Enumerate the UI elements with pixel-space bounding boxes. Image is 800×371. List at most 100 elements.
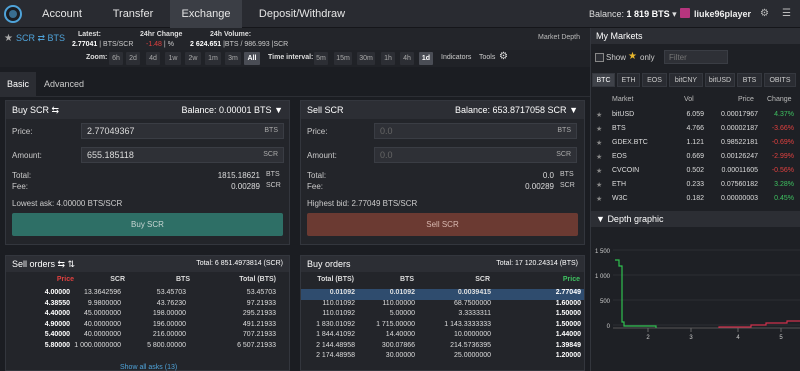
zoom-1m[interactable]: 1m (205, 52, 221, 65)
tab-advanced[interactable]: Advanced (38, 72, 90, 97)
market-tab-bitusd[interactable]: bitUSD (705, 73, 735, 87)
lowest-ask[interactable]: Lowest ask: 4.00000 BTS/SCR (12, 199, 122, 208)
tab-basic[interactable]: Basic (0, 72, 36, 97)
market-filter-input[interactable] (664, 50, 728, 64)
interval-30m[interactable]: 30m (357, 52, 375, 65)
indicators-button[interactable]: Indicators (441, 54, 471, 61)
sell-order-cell: 4.90000 (44, 320, 70, 328)
interval-1h[interactable]: 1h (381, 52, 395, 65)
sell-order-row[interactable]: 5.80000 1 000.0000000 5 800.00000 6 507.219… (6, 342, 289, 353)
nav-account[interactable]: Account (28, 0, 96, 28)
latest-price: Latest: (78, 30, 101, 39)
market-tab-eth[interactable]: ETH (617, 73, 640, 87)
nav-transfer[interactable]: Transfer (96, 0, 170, 28)
market-tab-bts[interactable]: BTS (737, 73, 762, 87)
buy-col-bts[interactable]: BTS (384, 276, 414, 283)
market-tab-bitcny[interactable]: bitCNY (669, 73, 703, 87)
sell-order-row[interactable]: 5.40000 40.0000000 216.00000 707.21933 (6, 331, 289, 342)
show-starred-checkbox[interactable] (595, 53, 604, 62)
markets-col-market[interactable]: Market (612, 96, 633, 103)
buy-balance[interactable]: Balance: 0.00001 BTS (182, 105, 272, 115)
star-icon[interactable]: ★ (596, 167, 602, 175)
markets-col-change[interactable]: Change (767, 96, 792, 103)
nav-deposit-withdraw[interactable]: Deposit/Withdraw (242, 0, 362, 28)
buy-order-row[interactable]: 1 830.01092 1 715.00000 1 143.3333333 1.500… (301, 321, 584, 332)
sell-button[interactable]: Sell SCR (307, 213, 578, 236)
menu-icon[interactable]: ☰ (782, 8, 791, 20)
zoom-all[interactable]: All (244, 52, 260, 65)
market-tab-btc[interactable]: BTC (592, 73, 615, 87)
buy-order-row[interactable]: 2 174.48958 30.00000 25.0000000 1.20000 (301, 352, 584, 363)
sell-order-row[interactable]: 4.90000 40.0000000 196.00000 491.21933 (6, 321, 289, 332)
market-row[interactable]: ★ CVCOIN 0.502 0.00011605 -0.56% (594, 165, 798, 178)
gear-icon[interactable]: ⚙ (760, 8, 769, 20)
zoom-2w[interactable]: 2w (185, 52, 201, 65)
market-pair[interactable]: SCR ⇄ BTS (16, 33, 65, 44)
buy-col-total[interactable]: Total (BTS) (306, 276, 354, 283)
sell-order-cell: 216.00000 (152, 331, 186, 338)
show-all-asks-link[interactable]: Show all asks (13) (120, 364, 177, 371)
star-icon[interactable]: ★ (596, 139, 602, 147)
buy-order-row[interactable]: 1 844.41092 14.40000 10.0000000 1.44000 (301, 331, 584, 342)
triangle-down-icon[interactable]: ▼ (596, 214, 605, 224)
interval-15m[interactable]: 15m (334, 52, 352, 65)
tools-button[interactable]: Tools (479, 54, 495, 61)
avatar[interactable] (680, 8, 690, 18)
buy-amount-input[interactable]: 655.185118 SCR (81, 147, 284, 163)
buy-col-price[interactable]: Price (548, 276, 580, 283)
markets-col-price[interactable]: Price (738, 96, 754, 103)
market-row[interactable]: ★ EOS 0.669 0.00126247 -2.99% (594, 151, 798, 164)
sell-order-row[interactable]: 4.00000 13.3642596 53.45703 53.45703 (6, 289, 289, 300)
buy-order-row[interactable]: 0.01092 0.01092 0.0039415 2.77049 (301, 289, 584, 300)
interval-5m[interactable]: 5m (314, 52, 328, 65)
market-row[interactable]: ★ GDEX.BTC 1.121 0.98522181 -0.69% (594, 137, 798, 150)
favorite-star-icon[interactable]: ★ (4, 33, 13, 44)
market-row[interactable]: ★ W3C 0.182 0.00000003 0.45% (594, 193, 798, 206)
market-tab-eos[interactable]: EOS (642, 73, 667, 87)
buy-order-cell: 0.01092 (329, 289, 355, 296)
sell-col-price[interactable]: Price (40, 276, 74, 283)
market-depth-link[interactable]: Market Depth (538, 34, 580, 41)
buy-button[interactable]: Buy SCR (12, 213, 283, 236)
star-icon[interactable]: ★ (596, 195, 602, 203)
sell-amount-input[interactable]: 0.0 SCR (374, 147, 577, 163)
sell-order-row[interactable]: 4.40000 45.0000000 198.00000 295.21933 (6, 310, 289, 321)
zoom-2d[interactable]: 2d (126, 52, 140, 65)
sell-order-cell: 1 000.0000000 (74, 341, 121, 349)
highest-bid[interactable]: Highest bid: 2.77049 BTS/SCR (307, 199, 417, 208)
interval-4h[interactable]: 4h (400, 52, 414, 65)
zoom-3m[interactable]: 3m (225, 52, 241, 65)
market-row[interactable]: ★ bitUSD 6.059 0.00017967 4.37% (594, 109, 798, 122)
market-tab-obits[interactable]: OBITS (764, 73, 796, 87)
star-icon[interactable]: ★ (596, 111, 602, 119)
sell-col-bts[interactable]: BTS (160, 276, 190, 283)
buy-col-scr[interactable]: SCR (460, 276, 490, 283)
zoom-1w[interactable]: 1w (165, 52, 181, 65)
star-icon[interactable]: ★ (596, 153, 602, 161)
sell-balance[interactable]: Balance: 653.8717058 SCR (455, 105, 567, 115)
buy-order-row[interactable]: 110.01092 110.00000 68.7500000 1.60000 (301, 300, 584, 311)
market-row[interactable]: ★ BTS 4.766 0.00002187 -3.66% (594, 123, 798, 136)
sell-price-input[interactable]: 0.0 BTS (374, 123, 577, 139)
sell-orders-title[interactable]: Sell orders ⇆ ⇅ (12, 259, 75, 269)
sell-col-total[interactable]: Total (BTS) (220, 276, 276, 283)
dropdown-triangle-icon[interactable]: ▼ (569, 105, 578, 115)
buy-price-input[interactable]: 2.77049367 BTS (81, 123, 284, 139)
sell-order-row[interactable]: 4.38550 9.9800000 43.76230 97.21933 (6, 300, 289, 311)
interval-1d[interactable]: 1d (419, 52, 433, 65)
markets-col-vol[interactable]: Vol (684, 96, 694, 103)
nav-exchange[interactable]: Exchange (170, 0, 242, 28)
username[interactable]: liuke96player (694, 0, 751, 28)
star-icon[interactable]: ★ (596, 181, 602, 189)
buy-order-row[interactable]: 2 144.48958 300.07866 214.5736395 1.39849 (301, 342, 584, 353)
settings-gear-icon[interactable]: ⚙ (499, 51, 508, 62)
star-icon[interactable]: ★ (596, 125, 602, 133)
account-balance[interactable]: Balance: 1 819 BTS ▾ (589, 0, 677, 28)
app-logo-icon[interactable] (4, 5, 22, 23)
sell-col-scr[interactable]: SCR (95, 276, 125, 283)
buy-order-row[interactable]: 110.01092 5.00000 3.3333311 1.50000 (301, 310, 584, 321)
zoom-6h[interactable]: 6h (109, 52, 123, 65)
dropdown-triangle-icon[interactable]: ▼ (274, 105, 283, 115)
zoom-4d[interactable]: 4d (146, 52, 160, 65)
market-row[interactable]: ★ ETH 0.233 0.07560182 3.28% (594, 179, 798, 192)
